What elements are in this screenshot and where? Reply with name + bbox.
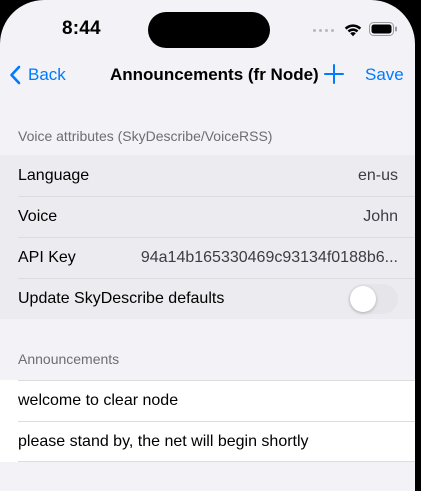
page-title: Announcements (fr Node) <box>110 65 319 84</box>
navigation-bar: Back Announcements (fr Node) Save <box>0 54 415 98</box>
voice-value: John <box>363 207 398 225</box>
toggle-knob <box>350 285 376 312</box>
announcement-text: please stand by, the net will begin shor… <box>18 432 309 450</box>
announcement-text: welcome to clear node <box>18 391 179 409</box>
plus-icon[interactable] <box>323 63 345 85</box>
cellular-signal-icon <box>313 29 339 35</box>
api-key-label: API Key <box>18 248 76 266</box>
api-key-value: 94a14b165330469c93134f0188b6... <box>140 248 398 266</box>
status-time: 8:44 <box>62 18 101 39</box>
status-bar: 8:44 <box>0 0 415 54</box>
announcements-section-header: Announcements <box>18 351 120 367</box>
wifi-icon <box>344 24 362 37</box>
group-divider <box>18 461 415 462</box>
back-button-label: Back <box>28 65 66 84</box>
update-defaults-label: Update SkyDescribe defaults <box>18 289 225 307</box>
battery-icon <box>369 22 397 36</box>
list-item[interactable]: welcome to clear node <box>0 380 415 421</box>
back-button[interactable]: Back <box>9 63 66 87</box>
announcements-group: welcome to clear node please stand by, t… <box>0 380 415 462</box>
voice-attributes-group: Language en-us Voice John API Key 94a14b… <box>0 155 415 319</box>
save-button[interactable]: Save <box>365 65 404 85</box>
screen: 8:44 Back Announcements (fr Node) Save V… <box>0 0 415 491</box>
api-key-row[interactable]: API Key 94a14b165330469c93134f0188b6... <box>0 237 415 278</box>
chevron-left-icon <box>10 65 21 85</box>
device-frame: 8:44 Back Announcements (fr Node) Save V… <box>0 0 421 491</box>
voice-label: Voice <box>18 207 58 225</box>
voice-section-header: Voice attributes (SkyDescribe/VoiceRSS) <box>18 128 273 144</box>
list-item[interactable]: please stand by, the net will begin shor… <box>0 421 415 462</box>
language-label: Language <box>18 166 90 184</box>
voice-row[interactable]: Voice John <box>0 196 415 237</box>
update-defaults-row: Update SkyDescribe defaults <box>0 278 415 319</box>
update-defaults-toggle[interactable] <box>348 283 398 314</box>
dynamic-island <box>148 12 270 48</box>
language-value: en-us <box>357 166 398 184</box>
language-row[interactable]: Language en-us <box>0 155 415 196</box>
